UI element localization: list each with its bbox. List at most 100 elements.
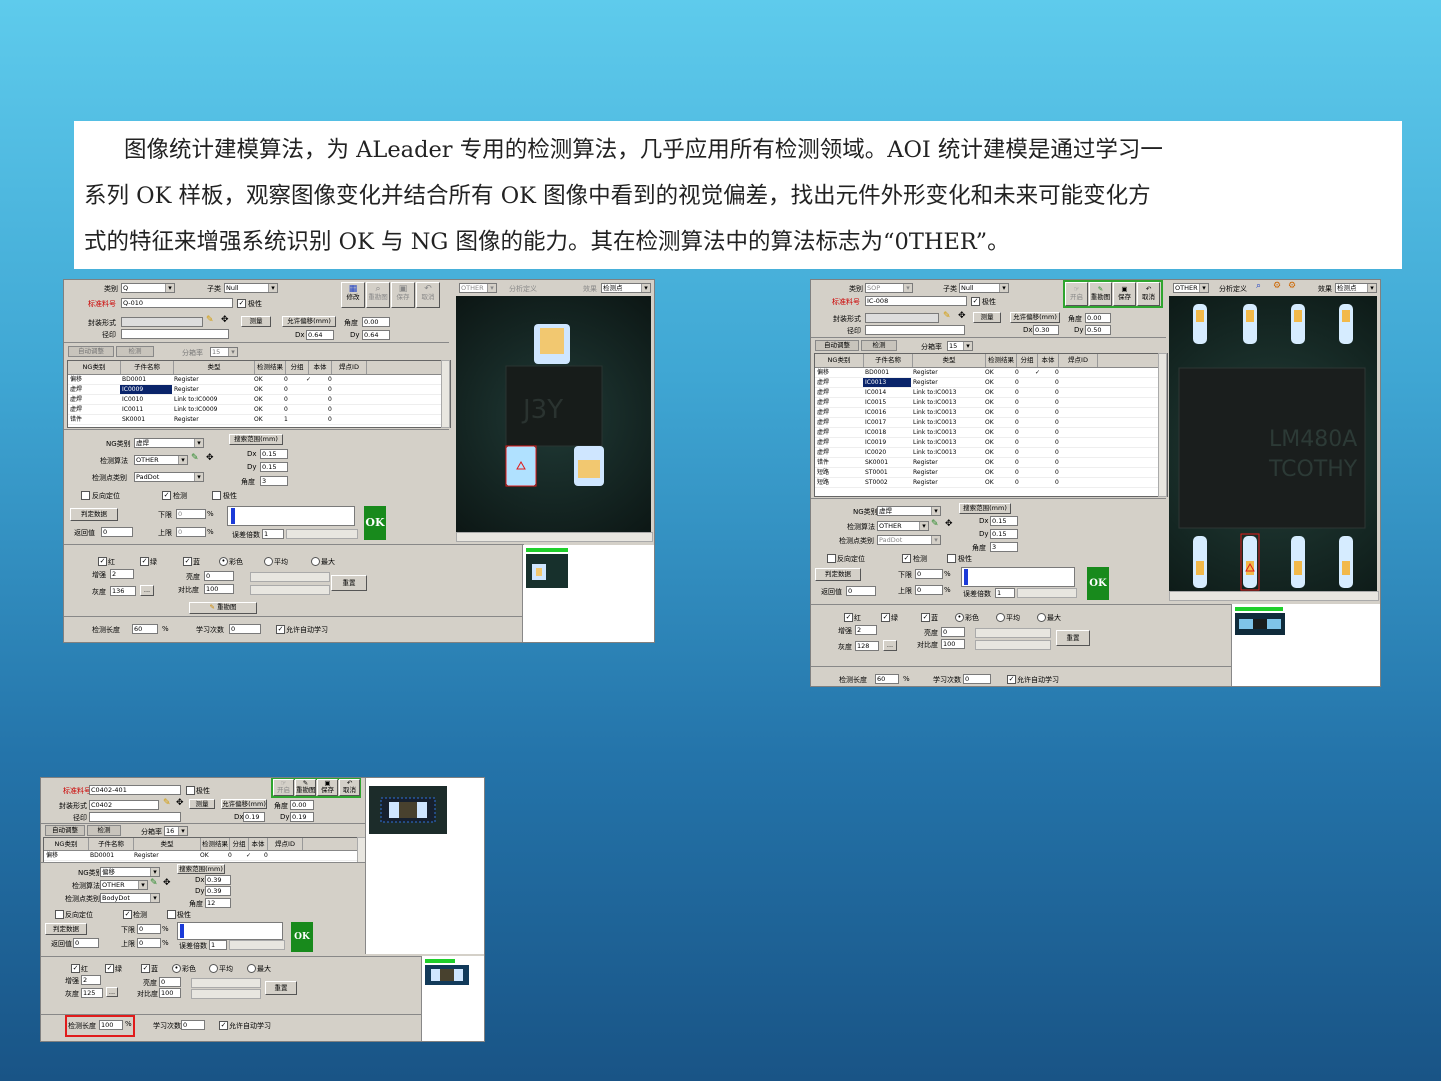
- polarity-checkbox[interactable]: ✓: [237, 299, 246, 308]
- table-row[interactable]: 短路 ST0001 Register OK 0 0: [815, 468, 1167, 478]
- move-icon-3[interactable]: ✥: [176, 798, 184, 808]
- upper-input-2[interactable]: 0: [915, 585, 943, 595]
- search-angle-input-3[interactable]: 12: [205, 898, 231, 908]
- zoom-icon-2[interactable]: ⌕: [1256, 281, 1261, 291]
- table-scrollbar[interactable]: [441, 360, 450, 428]
- other-select[interactable]: OTHER: [459, 283, 497, 293]
- lower-input[interactable]: 0: [176, 509, 206, 519]
- table-row[interactable]: 短路 ST0002 Register OK 0 0: [815, 478, 1167, 488]
- gray-more-button-2[interactable]: ...: [883, 640, 897, 651]
- polarity2-checkbox[interactable]: [212, 491, 221, 500]
- table-row[interactable]: 虚焊 IC0018 Link to:IC0013 OK 0 0: [815, 428, 1167, 438]
- algo-move-icon-2[interactable]: ✥: [945, 519, 953, 529]
- diameter-input-3[interactable]: [89, 812, 181, 822]
- std-part-input[interactable]: Q-010: [121, 298, 233, 308]
- dy-input[interactable]: 0.64: [362, 330, 390, 340]
- algo-edit-icon[interactable]: ✎: [191, 453, 199, 463]
- average-radio-3[interactable]: [209, 964, 218, 973]
- thumbnail-image-2[interactable]: [1235, 613, 1285, 635]
- move-icon-2[interactable]: ✥: [958, 311, 966, 321]
- search-dy-input-3[interactable]: 0.39: [205, 886, 231, 896]
- diameter-input-2[interactable]: [865, 325, 965, 335]
- search-dy-input[interactable]: 0.15: [260, 462, 288, 472]
- component-table-3[interactable]: NG类别 子件名称 类型 检测结果 分组 本体 焊点ID 偏移 BD0001 Reg…: [43, 837, 367, 863]
- gain-input[interactable]: 2: [110, 569, 134, 579]
- contrast-input-2[interactable]: 100: [941, 639, 965, 649]
- search-angle-input-2[interactable]: 3: [990, 542, 1018, 552]
- gray-more-button-3[interactable]: ...: [106, 987, 118, 997]
- err-mult-input[interactable]: 1: [262, 529, 284, 539]
- judge-data-button-2[interactable]: 判定数据: [815, 568, 861, 581]
- inspect-tab[interactable]: 检测: [116, 346, 154, 357]
- package-input-2[interactable]: [865, 313, 939, 323]
- lower-input-3[interactable]: 0: [137, 924, 161, 934]
- learn-count-input[interactable]: 0: [229, 624, 261, 634]
- reverse-pos-checkbox-2[interactable]: [827, 554, 836, 563]
- auto-adjust-button[interactable]: 自动调整: [68, 346, 114, 357]
- inspect-len-input-3[interactable]: 100: [99, 1020, 123, 1030]
- subcategory-select[interactable]: Null: [224, 283, 278, 293]
- pad-type-select-3[interactable]: BodyDot: [100, 893, 160, 903]
- start-button-2[interactable]: ☞ 开启: [1065, 282, 1088, 306]
- reset-button-2[interactable]: 重置: [1056, 630, 1090, 646]
- contrast-slider-3[interactable]: [191, 989, 261, 999]
- wand-icon-2[interactable]: ✎: [943, 311, 951, 321]
- inspect-checkbox[interactable]: ✓: [162, 491, 171, 500]
- pad-type-select[interactable]: PadDot: [134, 472, 204, 482]
- dy-input-2[interactable]: 0.50: [1085, 325, 1111, 335]
- algo-edit-icon-2[interactable]: ✎: [931, 519, 939, 529]
- inspect-len-input[interactable]: 60: [132, 624, 158, 634]
- search-dx-input-3[interactable]: 0.39: [205, 875, 231, 885]
- polarity2-checkbox-3[interactable]: [167, 910, 176, 919]
- search-dx-input[interactable]: 0.15: [260, 449, 288, 459]
- contrast-slider[interactable]: [250, 585, 330, 595]
- gray-input-2[interactable]: 128: [855, 641, 879, 651]
- other-select-2[interactable]: OTHER: [1173, 283, 1209, 293]
- contrast-input[interactable]: 100: [204, 584, 234, 594]
- category-select[interactable]: Q: [121, 283, 175, 293]
- component-table[interactable]: NG类别 子件名称 类型 检测结果 分组 本体 焊点ID 偏移 BD0001 Reg…: [67, 360, 451, 428]
- ng-type-select[interactable]: 虚焊: [134, 438, 204, 448]
- move-icon[interactable]: ✥: [221, 315, 229, 325]
- cancel-button[interactable]: ↶ 取消: [416, 282, 440, 308]
- err-mult-slider-2[interactable]: [1017, 588, 1077, 598]
- redraw-top-button-2[interactable]: ✎ 重勘图: [1089, 282, 1112, 306]
- pcb-image-3[interactable]: [369, 786, 447, 834]
- learn-count-input-2[interactable]: 0: [963, 674, 991, 684]
- table-row[interactable]: 虚焊 IC0017 Link to:IC0013 OK 0 0: [815, 418, 1167, 428]
- gray-input-3[interactable]: 125: [81, 988, 103, 998]
- redraw-top-button-3[interactable]: ✎ 重勘图: [295, 779, 316, 796]
- auto-adjust-button-2[interactable]: 自动调整: [815, 340, 859, 351]
- table-row[interactable]: 虚焊 IC0016 Link to:IC0013 OK 0 0: [815, 408, 1167, 418]
- brightness-slider-3[interactable]: [191, 978, 261, 988]
- package-input-3[interactable]: C0402: [89, 800, 159, 810]
- polarity2-checkbox-2[interactable]: [947, 554, 956, 563]
- red-checkbox-3[interactable]: ✓: [71, 964, 80, 973]
- auto-learn-checkbox-2[interactable]: ✓: [1007, 675, 1016, 684]
- auto-learn-checkbox-3[interactable]: ✓: [219, 1021, 228, 1030]
- component-table-2[interactable]: NG类别 子件名称 类型 检测结果 分组 本体 焊点ID 偏移 BD0001 Reg…: [814, 353, 1168, 497]
- red-checkbox-2[interactable]: ✓: [844, 613, 853, 622]
- angle-input-2[interactable]: 0.00: [1085, 313, 1111, 323]
- gray-more-button[interactable]: ...: [140, 585, 154, 596]
- brightness-slider[interactable]: [250, 572, 330, 582]
- search-dx-input-2[interactable]: 0.15: [990, 516, 1018, 526]
- green-checkbox[interactable]: ✓: [140, 557, 149, 566]
- brightness-slider-2[interactable]: [975, 628, 1051, 638]
- package-input[interactable]: [121, 317, 203, 327]
- search-angle-input[interactable]: 3: [260, 476, 288, 486]
- std-part-input-2[interactable]: IC-008: [865, 296, 967, 306]
- redraw-button[interactable]: ✎ 重勘图: [189, 602, 257, 614]
- table-row[interactable]: 虚焊 IC0014 Link to:IC0013 OK 0 0: [815, 388, 1167, 398]
- diameter-input[interactable]: [121, 329, 229, 339]
- judge-data-button[interactable]: 判定数据: [70, 508, 118, 521]
- color-radio[interactable]: •: [219, 557, 228, 566]
- subcategory-select-2[interactable]: Null: [959, 283, 1009, 293]
- color-radio-3[interactable]: •: [172, 964, 181, 973]
- auto-learn-checkbox[interactable]: ✓: [276, 625, 285, 634]
- group-select-3[interactable]: 16: [164, 826, 188, 836]
- algo-move-icon[interactable]: ✥: [206, 453, 214, 463]
- auto-adjust-button-3[interactable]: 自动调整: [45, 825, 85, 836]
- table-scrollbar-2[interactable]: [1158, 353, 1167, 497]
- table-row[interactable]: 虚焊 IC0010 Link to:IC0009 OK 0 0: [68, 395, 450, 405]
